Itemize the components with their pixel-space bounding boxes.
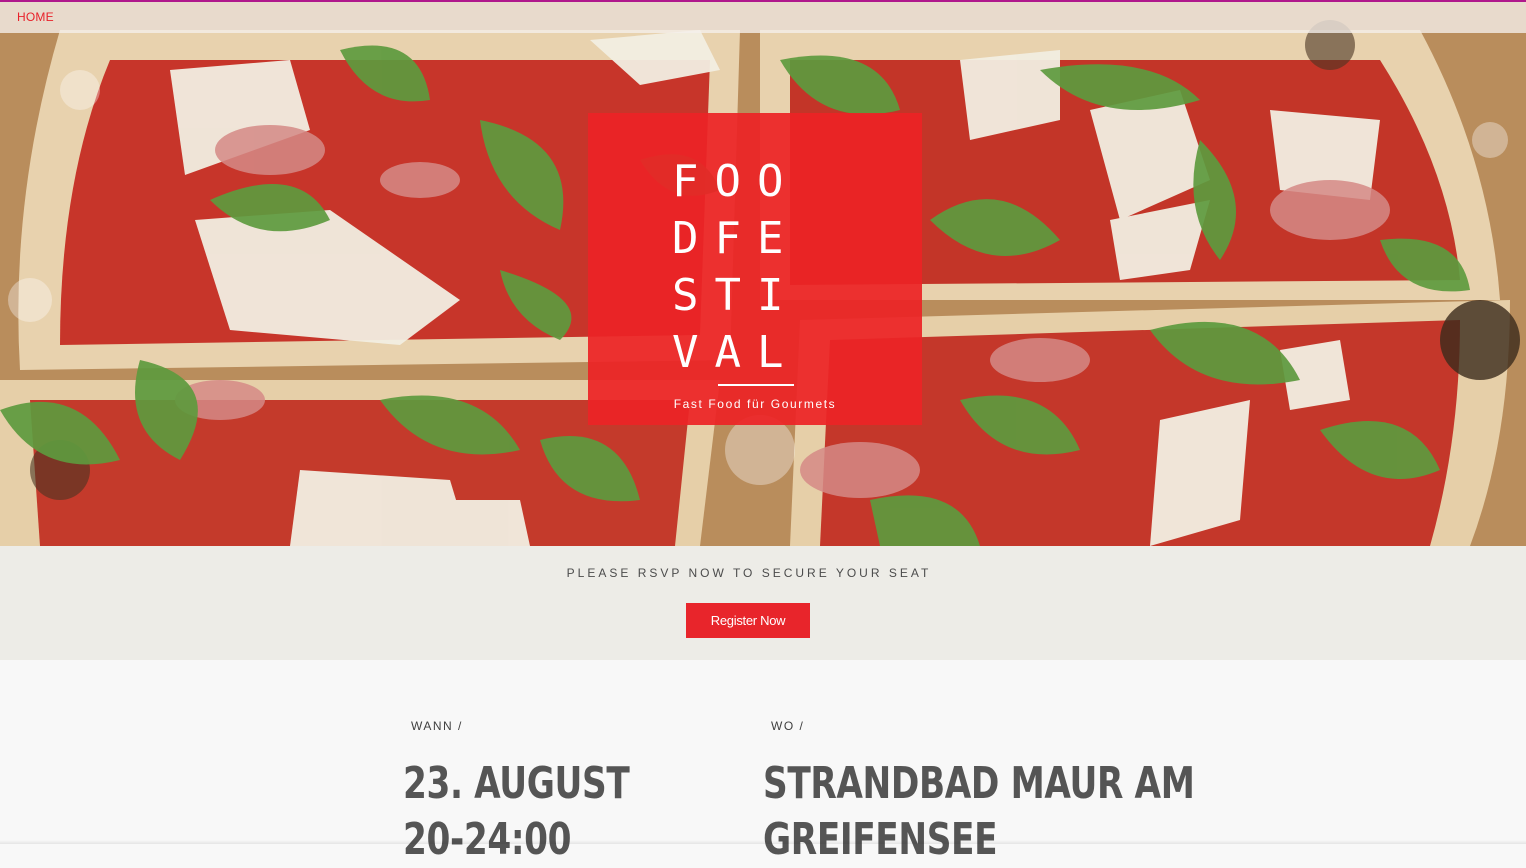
event-location: STRANDBAD MAUR AM GREIFENSEE bbox=[763, 756, 1195, 868]
page-bottom-shadow bbox=[0, 840, 1526, 844]
festival-subtitle: Fast Food für Gourmets bbox=[673, 397, 837, 411]
festival-title: FOO DFE STI VAL bbox=[588, 153, 922, 381]
event-date: 23. AUGUST bbox=[403, 758, 630, 809]
title-line-4: VAL bbox=[672, 327, 800, 378]
festival-title-card: FOO DFE STI VAL Fast Food für Gourmets bbox=[588, 113, 922, 425]
event-location-line-1: STRANDBAD MAUR AM bbox=[763, 758, 1195, 809]
rsvp-section: PLEASE RSVP NOW TO SECURE YOUR SEAT Regi… bbox=[0, 546, 1526, 660]
title-line-2: DFE bbox=[672, 213, 800, 264]
title-line-1: FOO bbox=[672, 156, 800, 207]
title-divider bbox=[718, 384, 794, 386]
where-label: WO / bbox=[771, 719, 805, 733]
rsvp-prompt: PLEASE RSVP NOW TO SECURE YOUR SEAT bbox=[566, 566, 932, 580]
nav-home-link[interactable]: HOME bbox=[17, 10, 54, 24]
title-line-3: STI bbox=[672, 270, 800, 321]
event-details-section: WANN / 23. AUGUST 20-24:00 WO / STRANDBA… bbox=[0, 660, 1526, 865]
hero-banner: FOO DFE STI VAL Fast Food für Gourmets bbox=[0, 0, 1526, 546]
event-date-time: 23. AUGUST 20-24:00 bbox=[403, 756, 630, 868]
when-label: WANN / bbox=[411, 719, 463, 733]
top-navigation-bar: HOME bbox=[0, 0, 1526, 33]
register-now-button[interactable]: Register Now bbox=[686, 603, 810, 638]
